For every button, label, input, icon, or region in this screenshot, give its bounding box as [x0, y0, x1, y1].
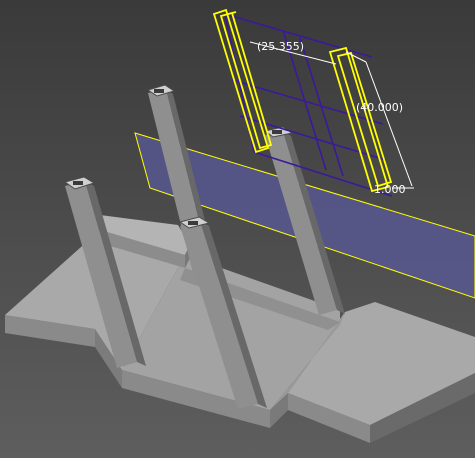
- thickness-dimension[interactable]: 1.000: [374, 183, 406, 196]
- width-dimension[interactable]: (25.355): [257, 40, 304, 53]
- height-dimension[interactable]: (40.000): [356, 101, 403, 114]
- 3d-viewport[interactable]: (25.355) (40.000) 1.000: [0, 0, 475, 458]
